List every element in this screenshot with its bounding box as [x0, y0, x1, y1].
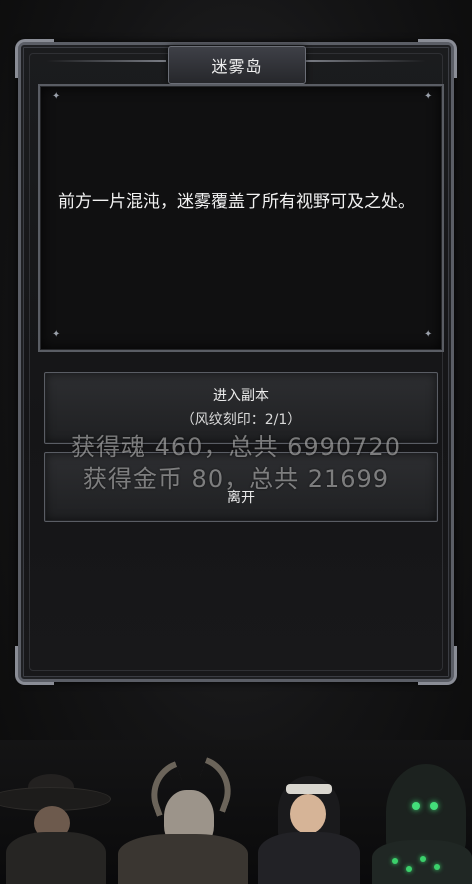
hero-body: [258, 832, 360, 884]
frame-corner-ornament: [15, 39, 54, 78]
hero-body: [372, 840, 472, 884]
wind-seal-count: （风纹刻印：2/1）: [180, 412, 302, 428]
spark-icon: ✦: [424, 91, 433, 102]
frame-corner-ornament: [418, 646, 457, 685]
title-ornament-right: [306, 60, 426, 62]
hero-body: [6, 832, 106, 884]
hero-portrait-plague-doctor[interactable]: [372, 744, 472, 884]
hero-portrait-strip: [0, 740, 472, 884]
hero-portrait-ram-skull[interactable]: [108, 744, 248, 884]
title-ornament-left: [46, 60, 166, 62]
hero-gem-glow: [434, 864, 440, 870]
description-text: 前方一片混沌，迷雾覆盖了所有视野可及之处。: [58, 192, 415, 212]
hero-head: [290, 794, 326, 834]
hero-portrait-nun[interactable]: [252, 754, 362, 884]
hero-eye-glow: [430, 802, 438, 810]
hero-gem-glow: [420, 856, 426, 862]
frame-corner-ornament: [418, 39, 457, 78]
hero-eye-glow: [412, 802, 420, 810]
spark-icon: ✦: [52, 91, 61, 102]
enter-dungeon-label: 进入副本: [213, 388, 269, 404]
leave-label: 离开: [227, 490, 255, 506]
hero-gem-glow: [392, 858, 398, 864]
leave-button[interactable]: 离开: [44, 452, 438, 522]
enter-dungeon-button[interactable]: 进入副本 （风纹刻印：2/1）: [44, 372, 438, 444]
description-panel: ✦ ✦ ✦ ✦ 前方一片混沌，迷雾覆盖了所有视野可及之处。: [38, 84, 444, 352]
frame-corner-ornament: [15, 646, 54, 685]
spark-icon: ✦: [52, 329, 61, 340]
hero-gem-glow: [406, 866, 412, 872]
hero-veil-band: [286, 784, 332, 794]
hero-portrait-ranger[interactable]: [0, 754, 110, 884]
spark-icon: ✦: [424, 329, 433, 340]
hero-body: [118, 834, 248, 884]
title-plate: 迷雾岛: [168, 46, 306, 84]
dialog-title: 迷雾岛: [211, 57, 263, 76]
